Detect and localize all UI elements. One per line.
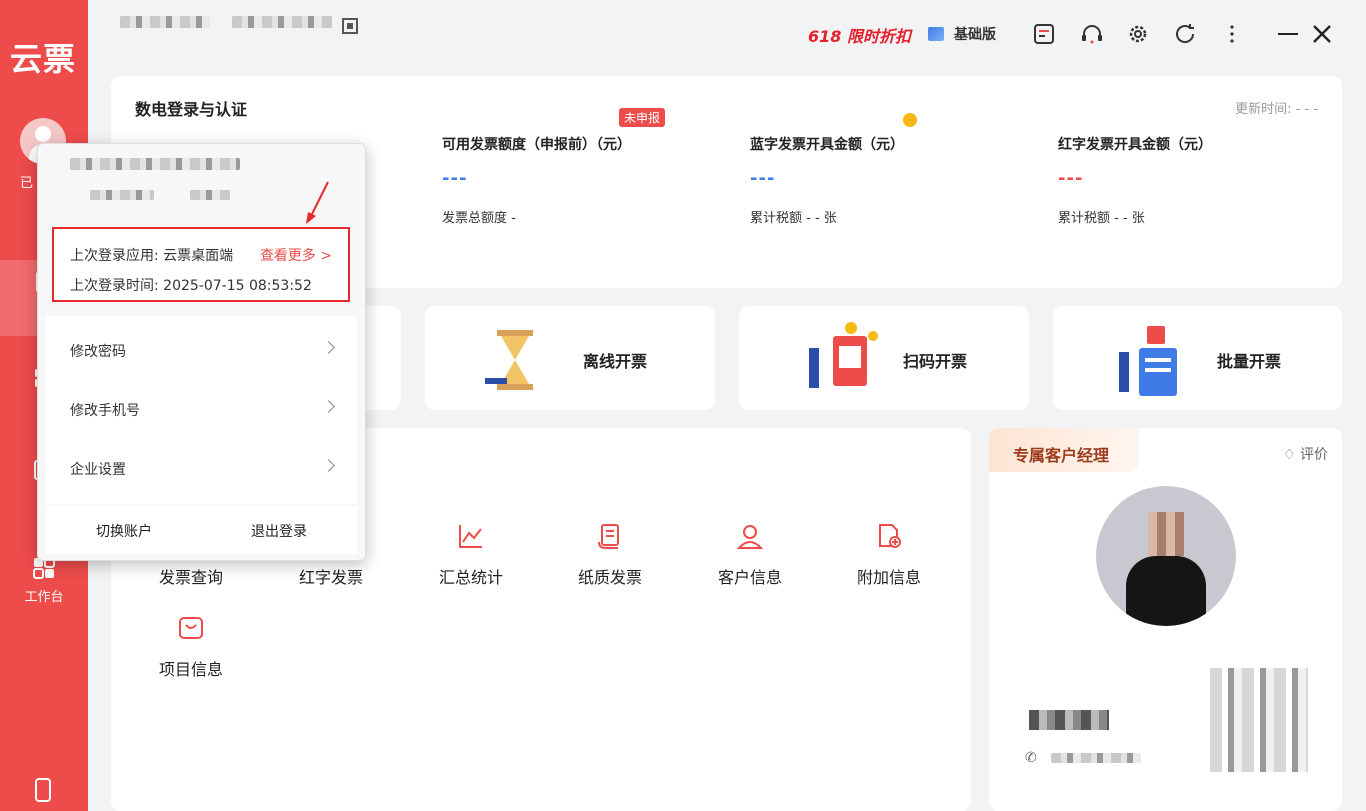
chevron-right-icon — [322, 459, 335, 472]
action-card-batch[interactable]: 批量开票 — [1053, 306, 1342, 410]
manager-qrcode — [1210, 668, 1308, 772]
tool-label: 附加信息 — [856, 568, 921, 587]
tool-label: 项目信息 — [158, 660, 223, 679]
view-more-link[interactable]: 查看更多 > — [260, 245, 332, 265]
scan-qr-icon — [809, 322, 878, 388]
qrcode-icon[interactable] — [342, 18, 358, 34]
app-logo: 云票 — [10, 40, 77, 78]
account-menu: 修改密码 修改手机号 企业设置 — [46, 316, 357, 504]
logout-button[interactable]: 退出登录 — [251, 521, 307, 541]
action-label: 离线开票 — [583, 352, 648, 371]
message-icon[interactable] — [1032, 22, 1056, 46]
popup-footer: 切换账户 退出登录 — [46, 506, 357, 554]
manager-phone: ✆ — [1025, 750, 1141, 766]
refresh-icon[interactable] — [1173, 22, 1197, 46]
stat-label: 可用发票额度（申报前）（元） — [442, 137, 631, 153]
close-icon[interactable] — [1310, 22, 1334, 46]
tool-label: 红字发票 — [298, 568, 363, 587]
menu-change-password[interactable]: 修改密码 — [46, 321, 357, 379]
stat-value: --- — [1058, 168, 1084, 189]
phone-icon: ✆ — [1025, 750, 1037, 766]
customer-icon — [736, 525, 764, 549]
chevron-right-icon — [322, 400, 335, 413]
menu-enterprise-settings[interactable]: 企业设置 — [46, 439, 357, 497]
version-icon — [928, 27, 944, 41]
action-label: 扫码开票 — [903, 352, 968, 371]
manager-card: 专属客户经理 ♢ 评价 ✆ — [989, 428, 1342, 811]
annotation-arrow — [306, 181, 329, 224]
rate-icon: ♢ — [1282, 447, 1296, 463]
tool-label: 发票查询 — [158, 568, 223, 587]
manager-photo — [1096, 486, 1236, 626]
stats-title: 数电登录与认证 — [135, 100, 248, 119]
mobile-icon[interactable] — [35, 778, 51, 802]
action-label: 批量开票 — [1217, 352, 1282, 371]
stat-sub: 累计税额 - - 张 — [1058, 211, 1145, 226]
last-login-time: 上次登录时间: 2025-07-15 08:53:52 — [70, 278, 312, 294]
tool-customer-info[interactable]: 客户信息 — [690, 522, 810, 588]
manager-name — [1029, 710, 1109, 730]
more-icon[interactable] — [1220, 22, 1244, 46]
version-badge[interactable]: 基础版 — [928, 24, 996, 44]
tool-label: 汇总统计 — [438, 568, 503, 587]
tool-paper-invoice[interactable]: 纸质发票 — [550, 522, 670, 588]
tool-summary[interactable]: 汇总统计 — [411, 522, 531, 588]
rate-label: 评价 — [1300, 447, 1328, 463]
action-card-scan[interactable]: 扫码开票 — [739, 306, 1029, 410]
stat-label: 蓝字发票开具金额（元） — [750, 137, 904, 153]
stat-label: 红字发票开具金额（元） — [1058, 137, 1212, 153]
tool-project-info[interactable]: 项目信息 — [131, 614, 251, 680]
undeclared-badge: 未申报 — [619, 108, 666, 127]
switch-account-button[interactable]: 切换账户 — [96, 521, 152, 541]
bag-icon — [179, 617, 203, 639]
stat-value: --- — [750, 168, 776, 189]
paper-invoice-icon — [598, 524, 619, 549]
login-status: 已 — [20, 176, 34, 191]
stat-available-quota: 可用发票额度（申报前）（元） --- 发票总额度 - — [442, 134, 732, 226]
stat-red-invoice-amount: 红字发票开具金额（元） --- 累计税额 - - 张 — [1058, 134, 1348, 226]
stat-value: --- — [442, 168, 468, 189]
chevron-right-icon — [322, 341, 335, 354]
gear-icon[interactable] — [1126, 22, 1150, 46]
chart-line-icon — [459, 525, 482, 548]
tool-label: 客户信息 — [717, 568, 782, 587]
version-label: 基础版 — [954, 27, 996, 43]
rate-button[interactable]: ♢ 评价 — [1283, 444, 1328, 464]
last-login-app: 上次登录应用: 云票桌面端 — [70, 248, 234, 264]
sidebar-item-label: 工作台 — [24, 590, 64, 605]
hourglass-icon — [485, 330, 533, 390]
minimize-icon[interactable] — [1276, 22, 1300, 46]
headset-icon[interactable] — [1080, 22, 1104, 46]
stat-sub: 发票总额度 - — [442, 211, 516, 226]
top-bar: 618 限时折扣 基础版 — [88, 0, 1366, 70]
sidebar-item-workbench[interactable]: 工作台 — [0, 556, 88, 605]
coin-icon — [903, 113, 917, 127]
manager-title: 专属客户经理 — [1013, 446, 1110, 465]
menu-change-phone[interactable]: 修改手机号 — [46, 380, 357, 438]
action-card-offline[interactable]: 离线开票 — [425, 306, 715, 410]
promo-link[interactable]: 618 限时折扣 — [808, 23, 911, 47]
batch-invoice-icon — [1119, 326, 1177, 396]
last-login-box: 上次登录应用: 云票桌面端 查看更多 > 上次登录时间: 2025-07-15 … — [52, 227, 350, 302]
company-name — [120, 16, 333, 32]
update-time: 更新时间: - - - — [1235, 102, 1318, 117]
tool-extra-info[interactable]: 附加信息 — [829, 522, 949, 588]
stat-blue-invoice-amount: 蓝字发票开具金额（元） --- 累计税额 - - 张 — [750, 134, 1040, 226]
doc-add-icon — [879, 524, 901, 548]
tool-label: 纸质发票 — [577, 568, 642, 587]
stat-sub: 累计税额 - - 张 — [750, 211, 837, 226]
manager-tag: 专属客户经理 — [989, 428, 1139, 472]
